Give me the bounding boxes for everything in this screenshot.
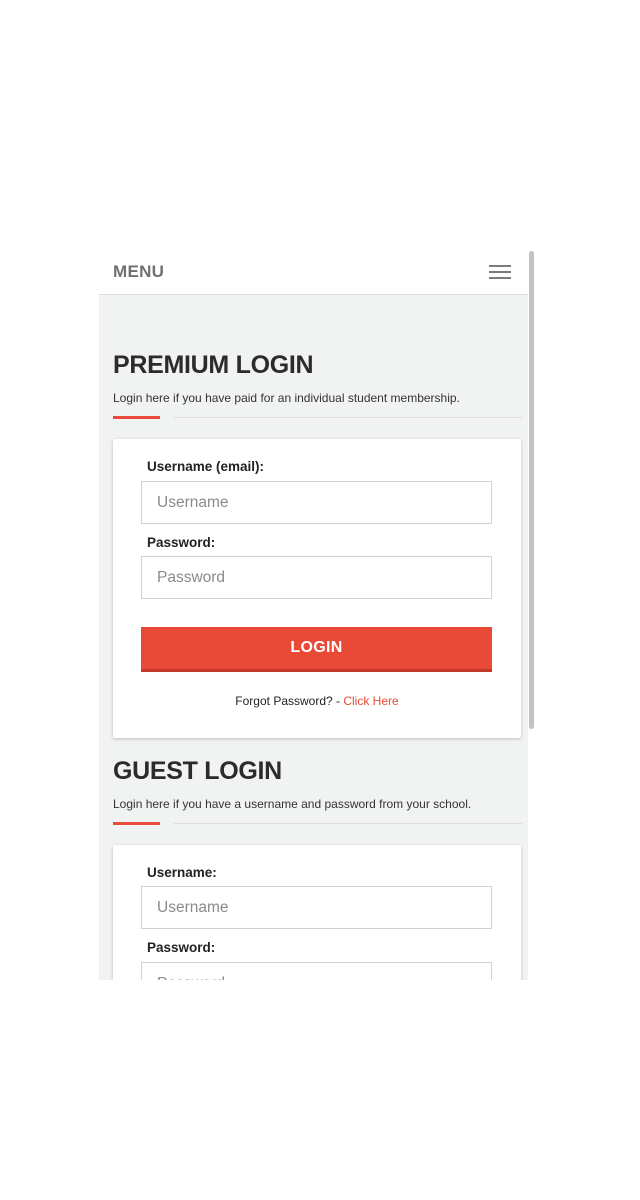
premium-login-description: Login here if you have paid for an indiv… bbox=[113, 391, 460, 405]
menu-label[interactable]: MENU bbox=[113, 262, 164, 282]
guest-login-card: Username: Password: bbox=[113, 845, 521, 980]
guest-login-title: GUEST LOGIN bbox=[113, 757, 282, 785]
premium-login-title: PREMIUM LOGIN bbox=[113, 351, 314, 379]
forgot-password-text: Forgot Password? - bbox=[235, 694, 344, 708]
mobile-viewport: MENU PREMIUM LOGIN Login here if you hav… bbox=[99, 249, 535, 980]
login-button[interactable]: LOGIN bbox=[141, 627, 492, 672]
guest-divider bbox=[174, 823, 522, 824]
premium-divider bbox=[174, 417, 522, 418]
forgot-password-row: Forgot Password? - Click Here bbox=[113, 694, 521, 708]
guest-login-description: Login here if you have a username and pa… bbox=[113, 797, 472, 811]
premium-username-label: Username (email): bbox=[147, 459, 265, 474]
premium-username-input[interactable] bbox=[141, 481, 492, 524]
guest-password-label: Password: bbox=[147, 940, 216, 955]
navbar: MENU bbox=[99, 249, 535, 295]
premium-accent-divider bbox=[113, 416, 160, 419]
guest-username-input[interactable] bbox=[141, 886, 492, 929]
hamburger-icon[interactable] bbox=[489, 263, 513, 281]
premium-password-input[interactable] bbox=[141, 556, 492, 599]
guest-password-input[interactable] bbox=[141, 962, 492, 980]
forgot-password-link[interactable]: Click Here bbox=[343, 694, 398, 708]
premium-login-card: Username (email): Password: LOGIN Forgot… bbox=[113, 439, 521, 738]
premium-password-label: Password: bbox=[147, 535, 216, 550]
scrollbar-thumb[interactable] bbox=[529, 251, 534, 729]
scrollbar[interactable] bbox=[528, 249, 535, 980]
guest-username-label: Username: bbox=[147, 865, 217, 880]
guest-accent-divider bbox=[113, 822, 160, 825]
